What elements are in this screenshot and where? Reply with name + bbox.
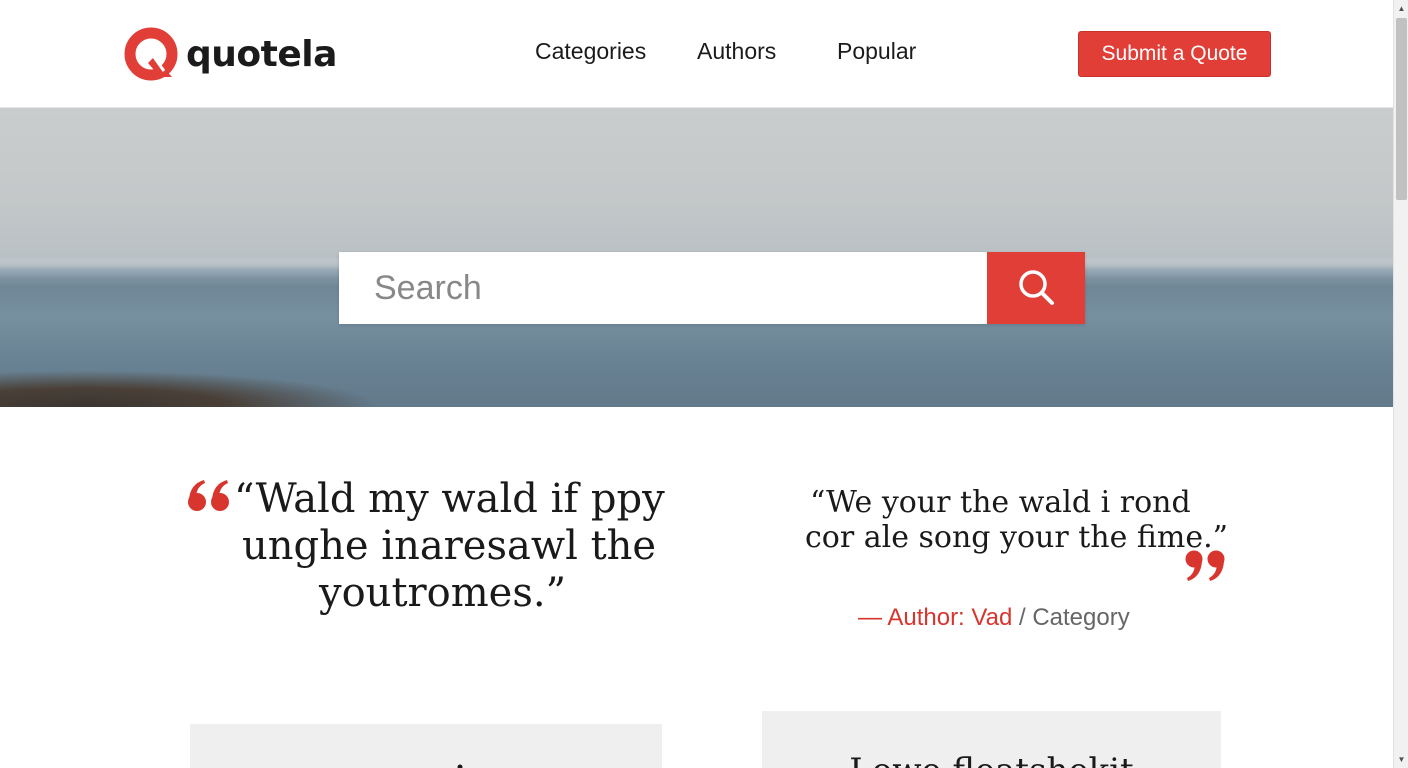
author-link[interactable]: — Author: Vad (858, 604, 1012, 631)
attribution-separator: / (1012, 604, 1033, 631)
search-bar (339, 252, 1085, 324)
nav-authors[interactable]: Authors (697, 38, 776, 65)
card-right-title: Lowe fleatshekit (762, 751, 1221, 768)
quote-card-left[interactable] (190, 724, 662, 768)
quote-right-line: cor ale song your the fime.” (805, 520, 1228, 555)
scroll-down-arrow-icon[interactable]: ▼ (1394, 751, 1408, 768)
scroll-up-arrow-icon[interactable]: ▲ (1394, 0, 1408, 17)
quote-left-line: “Wald my wald if ppy (234, 476, 665, 522)
nav-popular[interactable]: Popular (837, 38, 916, 65)
hero-rocks (0, 370, 380, 407)
quote-left-line: unghe inaresawl the (242, 523, 657, 569)
quote-left-line: youtromes.” (319, 570, 567, 616)
page-scrollbar[interactable]: ▲ ▼ (1393, 0, 1408, 768)
site-header: quotela Categories Authors Popular Submi… (0, 0, 1393, 108)
logo-text: quotela (186, 33, 337, 75)
quote-card-right[interactable]: Lowe fleatshekit (762, 711, 1221, 768)
hero-banner (0, 108, 1393, 407)
card-left-partial-text (457, 764, 463, 768)
category-link[interactable]: Category (1032, 604, 1129, 631)
quote-attribution: — Author: Vad / Category (858, 604, 1130, 632)
close-quote-icon (1184, 547, 1228, 590)
search-icon (1016, 267, 1056, 310)
open-quote-icon (186, 476, 232, 521)
site-logo[interactable]: quotela (124, 27, 337, 81)
search-button[interactable] (987, 252, 1085, 324)
submit-quote-button[interactable]: Submit a Quote (1078, 31, 1271, 77)
scroll-thumb[interactable] (1396, 18, 1407, 200)
search-input[interactable] (339, 252, 987, 324)
quotela-q-logo-icon (124, 27, 178, 81)
quote-right-line: “We your the wald i rond (810, 485, 1191, 520)
nav-categories[interactable]: Categories (535, 38, 646, 65)
